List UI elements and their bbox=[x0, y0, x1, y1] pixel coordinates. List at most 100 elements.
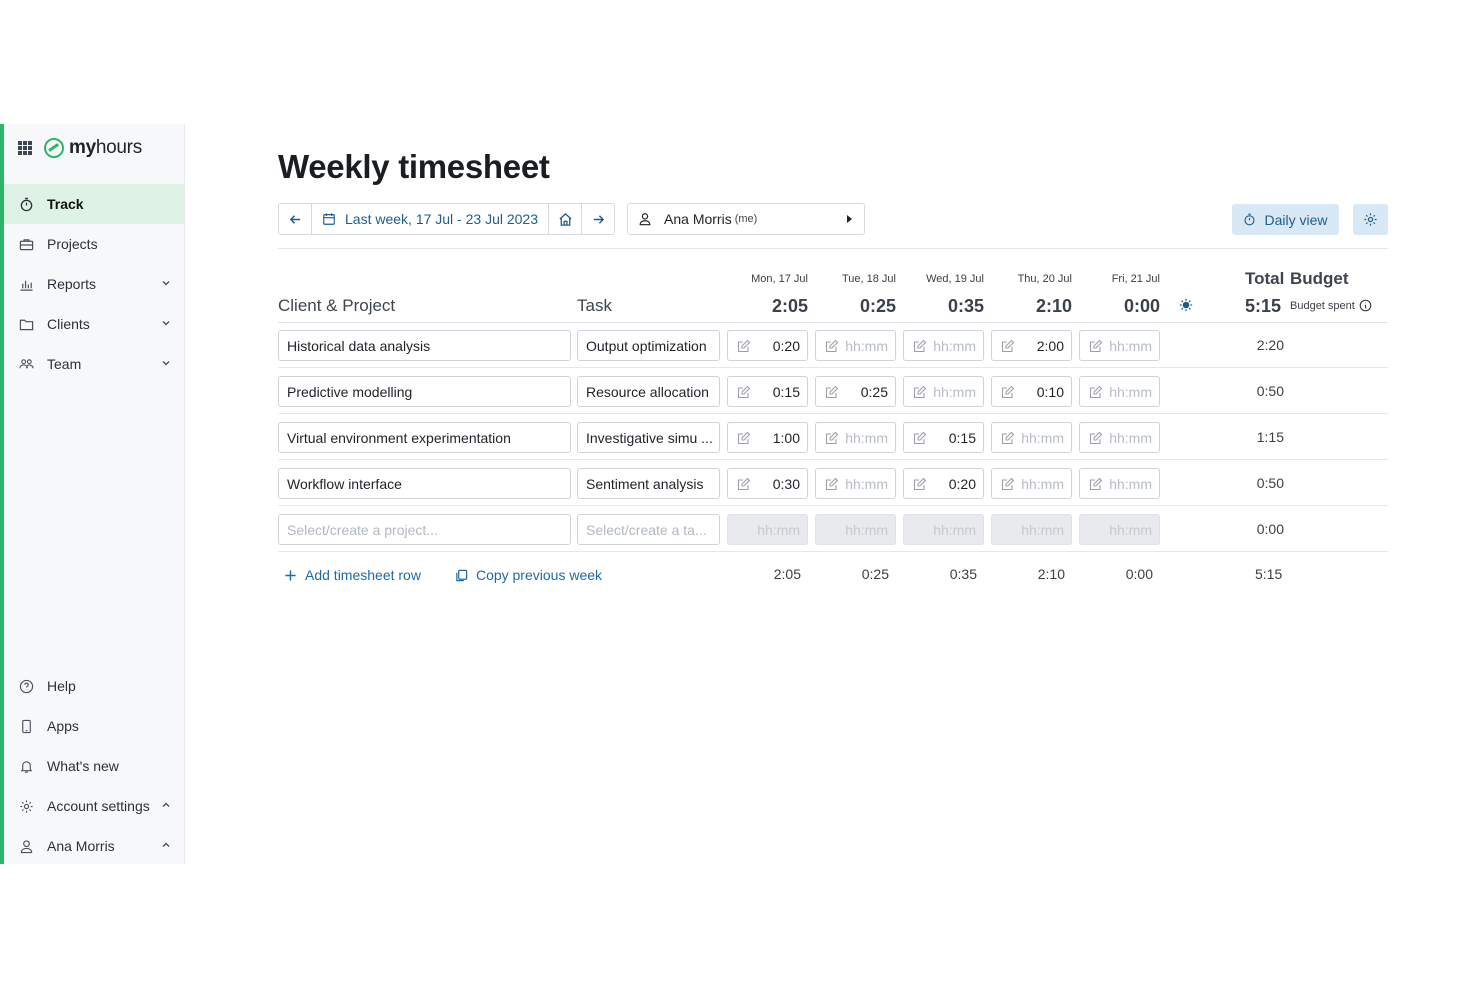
sidebar-item-projects[interactable]: Projects bbox=[4, 224, 184, 264]
edit-note-icon[interactable] bbox=[1001, 339, 1015, 353]
new-project-select[interactable]: Select/create a project... bbox=[278, 514, 571, 545]
row-total: 1:15 bbox=[1256, 429, 1284, 445]
time-input-mon[interactable]: 0:30 bbox=[727, 468, 808, 499]
time-input-mon[interactable]: 0:15 bbox=[727, 376, 808, 407]
task-select[interactable]: Sentiment analysis bbox=[577, 468, 720, 499]
prev-week-button[interactable] bbox=[279, 204, 311, 234]
sidebar-item-account-settings[interactable]: Account settings bbox=[4, 786, 184, 826]
sidebar-item-whats-new[interactable]: What's new bbox=[4, 746, 184, 786]
edit-note-icon[interactable] bbox=[1001, 385, 1015, 399]
time-input-fri[interactable]: hh:mm bbox=[1079, 468, 1160, 499]
time-input-mon[interactable]: 1:00 bbox=[727, 422, 808, 453]
edit-note-icon[interactable] bbox=[1001, 431, 1015, 445]
edit-note-icon[interactable] bbox=[1089, 385, 1103, 399]
col-header-task: Task bbox=[577, 296, 612, 315]
time-input-thu[interactable]: 2:00 bbox=[991, 330, 1072, 361]
sidebar-item-label: Account settings bbox=[47, 798, 150, 814]
edit-note-icon[interactable] bbox=[913, 339, 927, 353]
sidebar-item-reports[interactable]: Reports bbox=[4, 264, 184, 304]
time-input-mon[interactable]: 0:20 bbox=[727, 330, 808, 361]
table-row: Virtual environment experimentation Inve… bbox=[278, 415, 1388, 460]
time-input-tue[interactable]: hh:mm bbox=[815, 330, 896, 361]
sidebar-item-label: Ana Morris bbox=[47, 838, 115, 854]
footer-total-thu: 2:10 bbox=[1037, 566, 1065, 582]
sidebar-item-label: Track bbox=[47, 196, 84, 212]
time-input-thu[interactable]: 0:10 bbox=[991, 376, 1072, 407]
copy-icon bbox=[456, 569, 468, 581]
footer-total-mon: 2:05 bbox=[773, 566, 801, 582]
time-input-thu[interactable]: hh:mm bbox=[991, 422, 1072, 453]
time-input-mon-disabled: hh:mm bbox=[727, 514, 808, 545]
time-input-wed[interactable]: hh:mm bbox=[903, 330, 984, 361]
sidebar-item-user[interactable]: Ana Morris bbox=[4, 826, 184, 866]
time-input-wed[interactable]: hh:mm bbox=[903, 376, 984, 407]
project-select[interactable]: Predictive modelling bbox=[278, 376, 571, 407]
current-week-button[interactable] bbox=[549, 204, 581, 234]
time-input-fri[interactable]: hh:mm bbox=[1079, 422, 1160, 453]
edit-note-icon[interactable] bbox=[913, 385, 927, 399]
weekend-toggle-icon[interactable] bbox=[1179, 298, 1193, 312]
time-input-fri[interactable]: hh:mm bbox=[1079, 330, 1160, 361]
sidebar-item-track[interactable]: Track bbox=[4, 184, 184, 224]
edit-note-icon[interactable] bbox=[913, 431, 927, 445]
caret-right-icon bbox=[847, 215, 853, 223]
add-timesheet-row-button[interactable]: Add timesheet row bbox=[284, 567, 421, 583]
time-input-fri[interactable]: hh:mm bbox=[1079, 376, 1160, 407]
time-input-thu[interactable]: hh:mm bbox=[991, 468, 1072, 499]
timesheet-settings-button[interactable] bbox=[1353, 204, 1388, 235]
edit-note-icon[interactable] bbox=[825, 339, 839, 353]
date-range-picker[interactable]: Last week, 17 Jul - 23 Jul 2023 bbox=[312, 204, 548, 234]
logo-text[interactable]: myhours bbox=[69, 137, 142, 159]
sidebar-item-clients[interactable]: Clients bbox=[4, 304, 184, 344]
project-select[interactable]: Workflow interface bbox=[278, 468, 571, 499]
edit-note-icon[interactable] bbox=[913, 477, 927, 491]
sidebar-item-label: Apps bbox=[47, 718, 79, 734]
task-select[interactable]: Resource allocation bbox=[577, 376, 720, 407]
sidebar-item-label: Team bbox=[47, 356, 82, 372]
sidebar-item-label: What's new bbox=[47, 758, 119, 774]
day-header-wed: Wed, 19 Jul bbox=[926, 273, 984, 285]
time-input-tue[interactable]: 0:25 bbox=[815, 376, 896, 407]
sidebar-item-help[interactable]: Help bbox=[4, 666, 184, 706]
next-week-button[interactable] bbox=[582, 204, 614, 234]
time-input-wed[interactable]: 0:15 bbox=[903, 422, 984, 453]
main-content: Weekly timesheet Last week, 17 Jul - 23 … bbox=[185, 124, 1480, 864]
user-icon bbox=[18, 838, 34, 854]
info-icon[interactable] bbox=[1359, 299, 1372, 312]
edit-note-icon[interactable] bbox=[1089, 431, 1103, 445]
sidebar-item-team[interactable]: Team bbox=[4, 344, 184, 384]
date-navigator: Last week, 17 Jul - 23 Jul 2023 bbox=[278, 203, 616, 235]
app-grid-icon[interactable] bbox=[18, 141, 32, 155]
budget-spent-label: Budget spent bbox=[1290, 299, 1355, 312]
row-total: 0:50 bbox=[1256, 475, 1284, 491]
edit-note-icon[interactable] bbox=[825, 477, 839, 491]
col-header-client-project: Client & Project bbox=[278, 296, 396, 315]
copy-previous-week-button[interactable]: Copy previous week bbox=[455, 567, 602, 583]
edit-note-icon[interactable] bbox=[1089, 339, 1103, 353]
date-range-label: Last week, 17 Jul - 23 Jul 2023 bbox=[345, 211, 539, 227]
footer-total-wed: 0:35 bbox=[949, 566, 977, 582]
user-select[interactable]: Ana Morris (me) bbox=[627, 203, 866, 235]
chevron-down-icon bbox=[162, 281, 170, 286]
project-select[interactable]: Historical data analysis bbox=[278, 330, 571, 361]
time-input-wed[interactable]: 0:20 bbox=[903, 468, 984, 499]
user-select-suffix: (me) bbox=[734, 213, 758, 225]
edit-note-icon[interactable] bbox=[1001, 477, 1015, 491]
new-task-select[interactable]: Select/create a ta... bbox=[577, 514, 720, 545]
edit-note-icon[interactable] bbox=[825, 431, 839, 445]
sidebar-item-apps[interactable]: Apps bbox=[4, 706, 184, 746]
edit-note-icon[interactable] bbox=[1089, 477, 1103, 491]
task-select[interactable]: Output optimization bbox=[577, 330, 720, 361]
time-input-tue[interactable]: hh:mm bbox=[815, 468, 896, 499]
task-select[interactable]: Investigative simu ... bbox=[577, 422, 720, 453]
edit-note-icon[interactable] bbox=[737, 477, 751, 491]
edit-note-icon[interactable] bbox=[737, 431, 751, 445]
edit-note-icon[interactable] bbox=[737, 339, 751, 353]
project-select[interactable]: Virtual environment experimentation bbox=[278, 422, 571, 453]
edit-note-icon[interactable] bbox=[825, 385, 839, 399]
edit-note-icon[interactable] bbox=[737, 385, 751, 399]
daily-view-button[interactable]: Daily view bbox=[1232, 204, 1339, 235]
time-input-tue[interactable]: hh:mm bbox=[815, 422, 896, 453]
calendar-icon bbox=[323, 213, 335, 225]
brand: myhours bbox=[18, 136, 142, 160]
